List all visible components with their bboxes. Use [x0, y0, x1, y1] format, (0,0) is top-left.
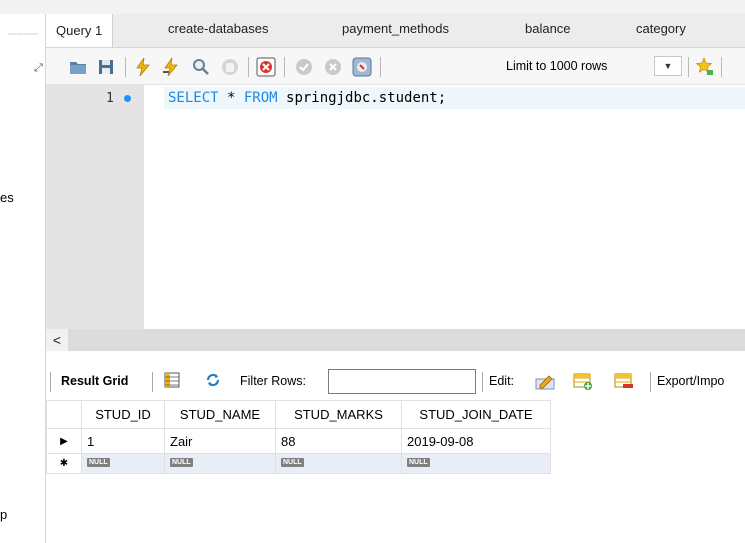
limit-dropdown-icon[interactable]: ▼ — [654, 56, 682, 76]
current-row-arrow-icon: ▶ — [46, 428, 82, 454]
null-badge: NULL — [407, 458, 430, 467]
expand-icon[interactable]: ⤢ — [34, 62, 43, 75]
column-header-stud-id[interactable]: STUD_ID — [81, 400, 165, 429]
export-import-label[interactable]: Export/Impo — [657, 374, 724, 388]
table-row[interactable]: ▶ 1 Zair 88 2019-09-08 — [46, 428, 551, 454]
toolbar-separator — [248, 57, 249, 77]
add-row-icon[interactable] — [572, 370, 592, 390]
null-badge: NULL — [281, 458, 304, 467]
toolbar-separator — [50, 372, 51, 392]
tab-query-1[interactable]: Query 1 — [46, 14, 114, 47]
autocommit-icon[interactable] — [352, 57, 372, 77]
save-icon[interactable] — [96, 57, 116, 77]
column-header-stud-marks[interactable]: STUD_MARKS — [275, 400, 402, 429]
row-header-corner — [46, 400, 82, 429]
sql-keyword: SELECT — [168, 90, 219, 106]
editor-horizontal-scrollbar[interactable]: < — [46, 329, 745, 351]
edit-row-pencil-icon[interactable] — [534, 370, 555, 390]
result-grid: STUD_ID STUD_NAME STUD_MARKS STUD_JOIN_D… — [46, 400, 551, 474]
null-badge: NULL — [170, 458, 193, 467]
toolbar-separator — [721, 57, 722, 77]
query-tab-bar: Query 1 create-databases payment_methods… — [46, 14, 745, 48]
result-toolbar: Result Grid Filter Rows: Edit: Export/Im… — [46, 364, 745, 398]
tab-balance[interactable]: balance — [525, 21, 571, 36]
table-cell[interactable]: 1 — [81, 428, 165, 454]
table-cell[interactable]: NULL — [401, 453, 551, 474]
result-grid-tab[interactable]: Result Grid — [61, 374, 128, 388]
toolbar-separator — [482, 372, 483, 392]
table-cell[interactable]: NULL — [275, 453, 402, 474]
tab-create-databases[interactable]: create-databases — [168, 21, 268, 36]
tab-category[interactable]: category — [636, 21, 686, 36]
line-number: 1 — [106, 91, 114, 106]
navigator-text-fragment: es — [0, 190, 14, 205]
rollback-icon[interactable] — [323, 57, 343, 77]
toolbar-separator — [125, 57, 126, 77]
explain-magnifier-icon[interactable] — [191, 57, 211, 77]
filter-rows-label: Filter Rows: — [240, 374, 306, 388]
editor-marker-column — [144, 85, 164, 329]
column-header-stud-join-date[interactable]: STUD_JOIN_DATE — [401, 400, 551, 429]
toolbar-separator — [650, 372, 651, 392]
toolbar-separator — [284, 57, 285, 77]
table-cell[interactable]: 88 — [275, 428, 402, 454]
execute-cursor-lightning-icon[interactable] — [161, 57, 181, 77]
sql-keyword: FROM — [243, 90, 278, 106]
sql-editor[interactable]: 1 SELECT * FROM springjdbc.student; — [46, 85, 745, 329]
null-badge: NULL — [87, 458, 110, 467]
new-row-marker-icon: ✱ — [46, 453, 82, 474]
table-cell[interactable]: NULL — [164, 453, 276, 474]
toolbar-separator — [152, 372, 153, 392]
limit-rows-select[interactable]: Limit to 1000 rows — [506, 59, 607, 73]
filter-rows-input[interactable] — [328, 369, 476, 394]
toolbar-separator — [688, 57, 689, 77]
grid-layout-icon[interactable] — [163, 371, 183, 391]
toolbar-separator — [380, 57, 381, 77]
table-cell[interactable]: NULL — [81, 453, 165, 474]
edit-label: Edit: — [489, 374, 515, 388]
sql-text: springjdbc.student; — [277, 90, 447, 106]
execute-lightning-icon[interactable] — [133, 57, 153, 77]
stop-icon[interactable] — [220, 57, 240, 77]
statement-marker-dot — [124, 95, 131, 102]
new-row-placeholder[interactable]: ✱ NULL NULL NULL NULL — [46, 453, 551, 474]
commit-icon[interactable] — [294, 57, 314, 77]
editor-gutter — [46, 85, 144, 329]
window-top-strip — [0, 0, 745, 14]
scroll-left-button[interactable]: < — [46, 329, 68, 351]
refresh-icon[interactable] — [204, 371, 224, 391]
sql-code-line[interactable]: SELECT * FROM springjdbc.student; — [168, 90, 446, 106]
table-cell[interactable]: Zair — [164, 428, 276, 454]
toggle-continue-on-error-icon[interactable] — [256, 57, 276, 77]
delete-row-icon[interactable] — [613, 370, 633, 390]
sql-text: * — [218, 90, 244, 106]
navigator-panel: ⤢ es p — [0, 14, 46, 543]
grid-header-row: STUD_ID STUD_NAME STUD_MARKS STUD_JOIN_D… — [46, 400, 551, 429]
open-folder-icon[interactable] — [68, 57, 88, 77]
panel-grip[interactable] — [8, 33, 38, 35]
navigator-text-fragment: p — [0, 507, 8, 522]
column-header-stud-name[interactable]: STUD_NAME — [164, 400, 276, 429]
table-cell[interactable]: 2019-09-08 — [401, 428, 551, 454]
tab-payment-methods[interactable]: payment_methods — [342, 21, 449, 36]
sql-toolbar: Limit to 1000 rows ▼ — [46, 48, 745, 85]
beautify-star-icon[interactable] — [695, 57, 715, 77]
